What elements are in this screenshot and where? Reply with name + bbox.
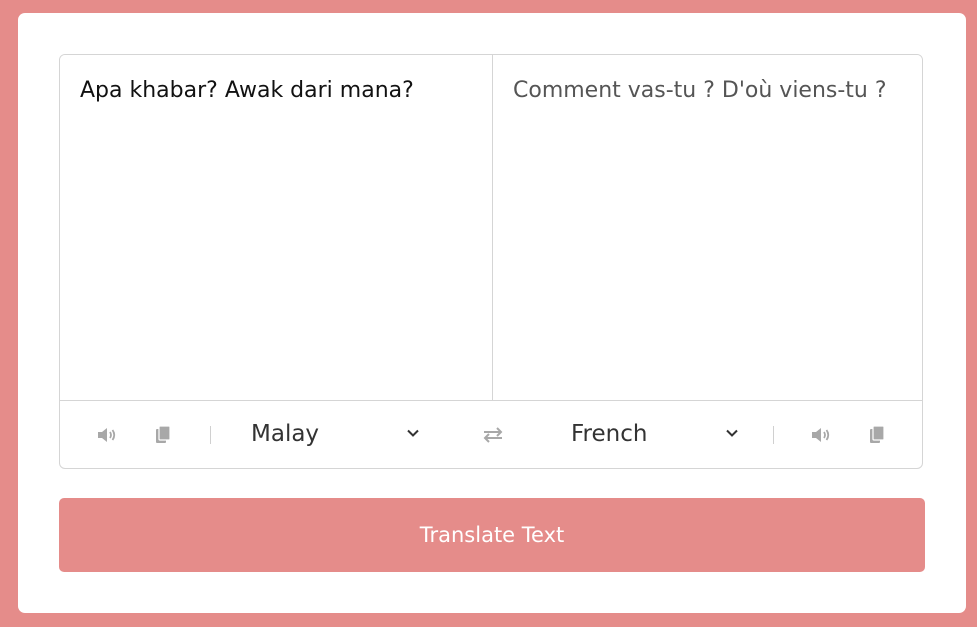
target-copy-icon[interactable] [867,425,889,445]
controls-bar: Malay French [60,400,922,468]
source-copy-icon[interactable] [153,425,175,445]
divider [773,426,774,444]
source-language-label: Malay [251,421,320,447]
divider [210,426,211,444]
source-language-select[interactable]: Malay [251,416,423,452]
chevron-down-icon [726,429,738,437]
target-language-select[interactable]: French [571,416,743,452]
swap-icon[interactable] [481,425,505,445]
source-text-input[interactable]: Apa khabar? Awak dari mana? [60,55,493,400]
target-language-label: French [571,421,648,447]
source-speaker-icon[interactable] [96,425,118,445]
chevron-down-icon [407,429,419,437]
translator-card: Apa khabar? Awak dari mana? Comment vas-… [18,13,966,613]
translation-panel: Apa khabar? Awak dari mana? Comment vas-… [59,54,923,469]
translated-text-output[interactable]: Comment vas-tu ? D'où viens-tu ? [493,55,922,400]
target-speaker-icon[interactable] [810,425,832,445]
translate-button[interactable]: Translate Text [59,498,925,572]
